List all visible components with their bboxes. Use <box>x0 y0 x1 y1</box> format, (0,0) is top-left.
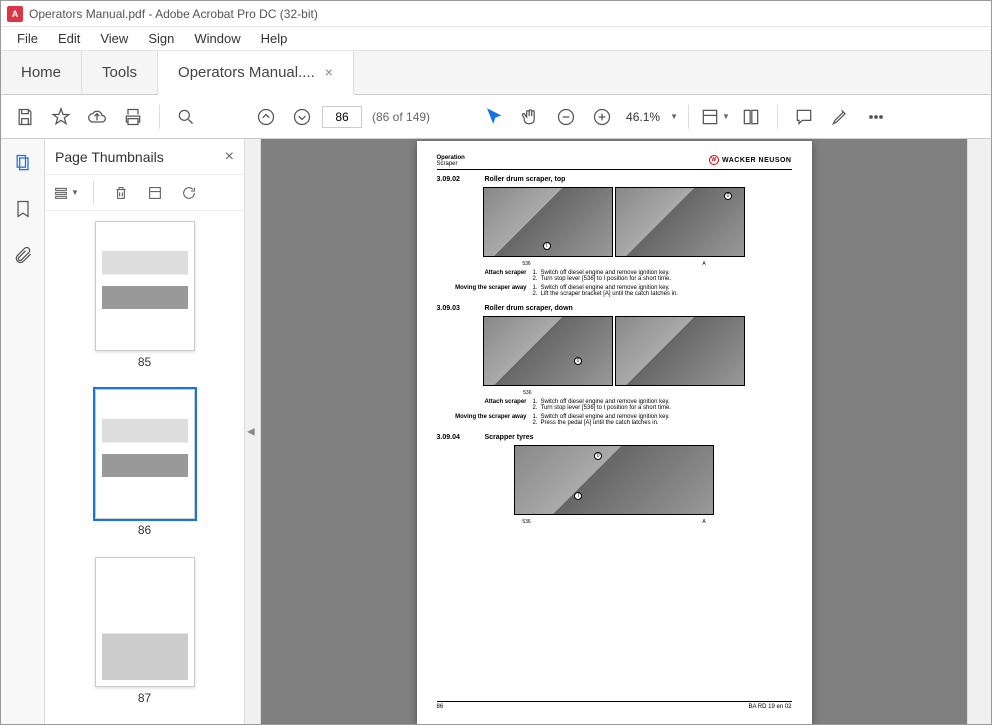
zoom-in-icon[interactable] <box>586 101 618 133</box>
save-icon[interactable] <box>9 101 41 133</box>
page-up-icon[interactable] <box>250 101 282 133</box>
options-icon[interactable]: ▼ <box>53 180 79 206</box>
attachments-tab-icon[interactable] <box>9 241 37 269</box>
section-number: 3.09.03 <box>437 305 471 312</box>
brand-logo: W WACKER NEUSON <box>709 155 792 165</box>
thumbnails-list[interactable]: 85 86 87 <box>45 211 244 724</box>
logo-icon: W <box>709 155 719 165</box>
print-icon[interactable] <box>117 101 149 133</box>
figure-caption: A <box>702 519 705 525</box>
procedure-step: Lift the scraper bracket [A] until the c… <box>541 291 678 297</box>
menu-window[interactable]: Window <box>184 29 250 48</box>
menu-help[interactable]: Help <box>251 29 298 48</box>
thumbnail-label: 86 <box>138 523 151 537</box>
menu-edit[interactable]: Edit <box>48 29 90 48</box>
figure-image: 0 I <box>514 445 714 515</box>
section-number: 3.09.02 <box>437 176 471 183</box>
chevron-down-icon[interactable]: ▼ <box>670 112 678 121</box>
main-area: Page Thumbnails × ▼ 85 86 87 <box>1 139 991 724</box>
tab-document-label: Operators Manual.... <box>178 64 315 81</box>
close-icon[interactable]: × <box>325 64 333 80</box>
thumbnail-87[interactable]: 87 <box>95 557 195 705</box>
right-panel-collapsed[interactable] <box>967 139 991 724</box>
app-icon: A <box>7 6 23 22</box>
procedure-label: Attach scraper <box>437 270 527 282</box>
menu-view[interactable]: View <box>90 29 138 48</box>
panel-collapse-gutter[interactable]: ◀ <box>245 139 261 724</box>
procedure-label: Moving the scraper away <box>437 414 527 426</box>
zoom-value[interactable]: 46.1% <box>626 110 660 124</box>
hand-icon[interactable] <box>514 101 546 133</box>
section-title: Roller drum scraper, down <box>485 305 573 312</box>
page-footer-code: BA RD 19 en 02 <box>748 704 791 710</box>
tab-tools[interactable]: Tools <box>82 51 158 94</box>
pdf-page: Operation Scraper W WACKER NEUSON 3.09.0… <box>417 141 812 724</box>
figure-image: 0 <box>615 187 745 257</box>
procedure-step: Turn stop lever [536] to I position for … <box>541 276 672 282</box>
figure-caption: 536 <box>522 261 530 267</box>
window-title: Operators Manual.pdf - Adobe Acrobat Pro… <box>29 7 318 21</box>
zoom-out-icon[interactable] <box>550 101 582 133</box>
cloud-upload-icon[interactable] <box>81 101 113 133</box>
figure-caption: A <box>702 261 705 267</box>
procedure-step: Turn stop lever [536] to I position for … <box>541 405 672 411</box>
refresh-icon[interactable] <box>176 180 202 206</box>
page-display-icon[interactable] <box>735 101 767 133</box>
thumbnail-85[interactable]: 85 <box>95 221 195 369</box>
page-total-label: (86 of 149) <box>372 110 430 124</box>
section-title: Scrapper tyres <box>485 434 534 441</box>
menu-file[interactable]: File <box>7 29 48 48</box>
highlight-icon[interactable] <box>824 101 856 133</box>
tab-document[interactable]: Operators Manual.... × <box>158 51 354 95</box>
figure-caption: 536 <box>523 390 531 396</box>
figure-image <box>615 316 745 386</box>
thumbnails-tab-icon[interactable] <box>9 149 37 177</box>
more-icon[interactable] <box>860 101 892 133</box>
thumbnail-label: 87 <box>138 691 151 705</box>
chevron-left-icon[interactable]: ◀ <box>247 426 255 437</box>
page-footer-number: 86 <box>437 704 444 710</box>
search-icon[interactable] <box>170 101 202 133</box>
thumbnail-label: 85 <box>138 355 151 369</box>
doc-subsection: Scraper <box>437 161 465 167</box>
figure-image: I <box>483 187 613 257</box>
thumbnails-panel: Page Thumbnails × ▼ 85 86 87 <box>45 139 245 724</box>
toolbar: (86 of 149) 46.1% ▼ ▼ <box>1 95 991 139</box>
procedure-label: Moving the scraper away <box>437 285 527 297</box>
titlebar: A Operators Manual.pdf - Adobe Acrobat P… <box>1 1 991 27</box>
figure-image: 0 <box>483 316 613 386</box>
page-number-input[interactable] <box>322 106 362 128</box>
thumbnails-toolbar: ▼ <box>45 175 244 211</box>
thumbnails-title: Page Thumbnails <box>55 149 164 165</box>
thumbnail-86[interactable]: 86 <box>95 389 195 537</box>
menubar: File Edit View Sign Window Help <box>1 27 991 51</box>
figure-caption: 536 <box>522 519 530 525</box>
star-icon[interactable] <box>45 101 77 133</box>
close-panel-icon[interactable]: × <box>225 148 234 166</box>
pointer-icon[interactable] <box>478 101 510 133</box>
procedure-label: Attach scraper <box>437 399 527 411</box>
section-title: Roller drum scraper, top <box>485 176 566 183</box>
document-viewport[interactable]: Operation Scraper W WACKER NEUSON 3.09.0… <box>261 139 967 724</box>
nav-rail <box>1 139 45 724</box>
thumbnails-header: Page Thumbnails × <box>45 139 244 175</box>
trash-icon[interactable] <box>108 180 134 206</box>
bookmark-tab-icon[interactable] <box>9 195 37 223</box>
tabbar: Home Tools Operators Manual.... × <box>1 51 991 95</box>
fit-width-icon[interactable]: ▼ <box>699 101 731 133</box>
tab-home[interactable]: Home <box>1 51 82 94</box>
menu-sign[interactable]: Sign <box>138 29 184 48</box>
page-down-icon[interactable] <box>286 101 318 133</box>
rotate-icon[interactable] <box>142 180 168 206</box>
comment-icon[interactable] <box>788 101 820 133</box>
section-number: 3.09.04 <box>437 434 471 441</box>
procedure-step: Press the pedal [A] until the catch latc… <box>541 420 659 426</box>
